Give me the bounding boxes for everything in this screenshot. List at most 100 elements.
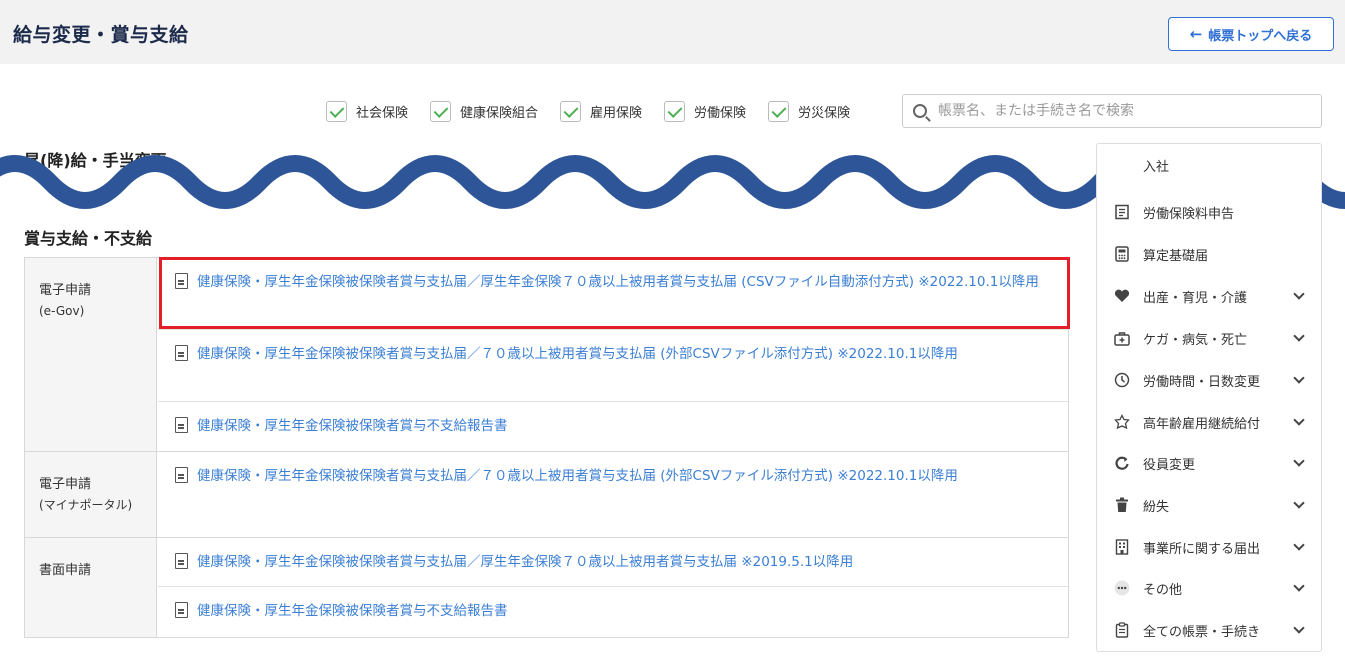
chevron-down-icon (1293, 414, 1305, 426)
insurance-filters: 社会保険 健康保険組合 雇用保険 労働保険 労災保険 (326, 100, 872, 122)
chevron-down-icon (1293, 539, 1305, 551)
clock-icon (1113, 371, 1131, 389)
sidebar-item-yakuin[interactable]: 役員変更 (1113, 452, 1307, 474)
sidebar-item-koureirei[interactable]: 高年齢雇用継続給付 (1113, 411, 1307, 433)
group-label: 電子申請 (e-Gov) (25, 258, 157, 451)
sidebar-item-label: 高年齢雇用継続給付 (1143, 416, 1261, 432)
table-row: 健康保険・厚生年金保険被保険者賞与支払届／厚生年金保険７０歳以上被用者賞与支払届… (158, 538, 1068, 587)
group-label-main: 電子申請 (39, 477, 92, 492)
filter-rosai-hoken[interactable]: 労災保険 (768, 100, 851, 122)
clipboard-icon (1113, 621, 1131, 639)
back-to-forms-top-button[interactable]: ← 帳票トップへ戻る (1168, 17, 1334, 51)
sidebar-item-nyusha[interactable]: 入社 (1113, 154, 1307, 176)
arrow-left-icon: ← (1189, 25, 1203, 43)
sidebar-item-funshitsu[interactable]: 紛失 (1113, 494, 1307, 516)
filter-rodo-hoken[interactable]: 労働保険 (664, 100, 747, 122)
search-box (902, 94, 1322, 128)
form-link[interactable]: 健康保険・厚生年金保険被保険者賞与支払届／７０歳以上被用者賞与支払届 (外部CS… (197, 343, 958, 401)
sidebar-item-label: 労働時間・日数変更 (1143, 374, 1261, 390)
chevron-down-icon (1293, 580, 1305, 592)
sidebar-item-label: 入社 (1143, 159, 1170, 175)
sidebar-item-label: 事業所に関する届出 (1143, 541, 1261, 557)
sidebar-item-label: 役員変更 (1143, 457, 1196, 473)
sidebar-item-shussan[interactable]: 出産・育児・介護 (1113, 285, 1307, 307)
sidebar-item-label: その他 (1143, 582, 1183, 598)
section-title-raise: 昇(降)給・手当変更 (24, 151, 167, 170)
group-label-sub: (e-Gov) (39, 304, 85, 318)
search-input[interactable] (938, 103, 1298, 119)
sidebar-item-jigyosho[interactable]: 事業所に関する届出 (1113, 536, 1307, 558)
filter-kenko-hoken-kumiai[interactable]: 健康保険組合 (430, 100, 539, 122)
person-icon (1113, 156, 1131, 174)
sidebar-item-label: 労働保険料申告 (1143, 206, 1235, 222)
form-link[interactable]: 健康保険・厚生年金保険被保険者賞与支払届／厚生年金保険７０歳以上被用者賞与支払届… (197, 551, 853, 586)
form-link[interactable]: 健康保険・厚生年金保険被保険者賞与支払届／７０歳以上被用者賞与支払届 (外部CS… (197, 465, 958, 538)
chevron-down-icon (1293, 330, 1305, 342)
group-label: 書面申請 (25, 538, 157, 637)
checkbox-checked-icon[interactable] (768, 100, 790, 122)
form-link[interactable]: 健康保険・厚生年金保険被保険者賞与不支給報告書 (197, 415, 508, 452)
checkbox-checked-icon[interactable] (560, 100, 582, 122)
sidebar-item-rodo-hokenryo[interactable]: 労働保険料申告 (1113, 201, 1307, 223)
filter-label: 健康保険組合 (460, 105, 539, 121)
document-icon (175, 467, 188, 483)
sidebar-item-sonota[interactable]: その他 (1113, 577, 1307, 599)
filter-label: 労災保険 (798, 105, 851, 121)
sidebar-item-label: ケガ・病気・死亡 (1143, 332, 1248, 348)
filter-label: 労働保険 (694, 105, 747, 121)
sidebar-item-label: 全ての帳票・手続き (1143, 624, 1261, 640)
sidebar-item-label: 出産・育児・介護 (1143, 290, 1248, 306)
checkbox-checked-icon[interactable] (664, 100, 686, 122)
trash-icon (1113, 496, 1131, 514)
table-group-paper: 書面申請 健康保険・厚生年金保険被保険者賞与支払届／厚生年金保険７０歳以上被用者… (25, 538, 1068, 637)
document-icon (175, 417, 188, 433)
document-icon (1113, 203, 1131, 221)
filter-label: 雇用保険 (590, 105, 643, 121)
table-group-mynaportal: 電子申請 (マイナポータル) 健康保険・厚生年金保険被保険者賞与支払届／７０歳以… (25, 452, 1068, 538)
table-row: 健康保険・厚生年金保険被保険者賞与支払届／７０歳以上被用者賞与支払届 (外部CS… (158, 452, 1068, 538)
table-row: 健康保険・厚生年金保険被保険者賞与不支給報告書 (158, 402, 1068, 452)
sidebar-item-kega[interactable]: ケガ・病気・死亡 (1113, 327, 1307, 349)
table-row: 健康保険・厚生年金保険被保険者賞与支払届／７０歳以上被用者賞与支払届 (外部CS… (158, 330, 1068, 402)
bonus-forms-table: 電子申請 (e-Gov) 健康保険・厚生年金保険被保険者賞与支払届／厚生年金保険… (24, 257, 1069, 638)
group-label-sub: (マイナポータル) (39, 498, 133, 512)
filter-koyo-hoken[interactable]: 雇用保険 (560, 100, 643, 122)
page-title: 給与変更・賞与支給 (13, 24, 189, 46)
checkbox-checked-icon[interactable] (430, 100, 452, 122)
sidebar-item-rodo-jikan[interactable]: 労働時間・日数変更 (1113, 369, 1307, 391)
sidebar-item-santei[interactable]: 算定基礎届 (1113, 243, 1307, 265)
section-title-bonus: 賞与支給・不支給 (24, 229, 153, 248)
group-label: 電子申請 (マイナポータル) (25, 452, 157, 537)
heart-icon (1113, 287, 1131, 305)
form-link[interactable]: 健康保険・厚生年金保険被保険者賞与支払届／厚生年金保険７０歳以上被用者賞与支払届… (197, 271, 1039, 329)
document-icon (175, 345, 188, 361)
leaf-icon (1113, 413, 1131, 431)
medical-bag-icon (1113, 329, 1131, 347)
checkbox-checked-icon[interactable] (326, 100, 347, 122)
chevron-down-icon (1293, 622, 1305, 634)
more-icon (1113, 579, 1131, 597)
table-group-egov: 電子申請 (e-Gov) 健康保険・厚生年金保険被保険者賞与支払届／厚生年金保険… (25, 258, 1068, 452)
sidebar-item-all-forms[interactable]: 全ての帳票・手続き (1113, 619, 1307, 641)
document-icon (175, 602, 188, 618)
calculator-icon (1113, 245, 1131, 263)
document-icon (175, 273, 188, 289)
filter-shakai-hoken[interactable]: 社会保険 (326, 100, 409, 122)
chevron-down-icon (1293, 372, 1305, 384)
document-icon (175, 553, 188, 569)
table-row: 健康保険・厚生年金保険被保険者賞与不支給報告書 (158, 587, 1068, 637)
building-icon (1113, 538, 1131, 556)
sidebar-item-label: 紛失 (1143, 499, 1170, 515)
page-header: 給与変更・賞与支給 ← 帳票トップへ戻る (0, 0, 1345, 64)
chevron-down-icon (1293, 288, 1305, 300)
sidebar-item-label: 算定基礎届 (1143, 248, 1209, 264)
chevron-down-icon (1293, 455, 1305, 467)
group-label-main: 電子申請 (39, 283, 92, 298)
category-sidebar: 入社 労働保険料申告 算定基礎届 出産・育児・介護 ケガ・病気・死亡 労働時間・… (1096, 143, 1322, 652)
back-button-label: 帳票トップへ戻る (1208, 28, 1313, 44)
table-row: 健康保険・厚生年金保険被保険者賞与支払届／厚生年金保険７０歳以上被用者賞与支払届… (158, 258, 1068, 330)
filter-label: 社会保険 (356, 105, 409, 121)
form-link[interactable]: 健康保険・厚生年金保険被保険者賞与不支給報告書 (197, 600, 508, 637)
search-icon (913, 104, 927, 118)
group-label-main: 書面申請 (39, 563, 92, 578)
